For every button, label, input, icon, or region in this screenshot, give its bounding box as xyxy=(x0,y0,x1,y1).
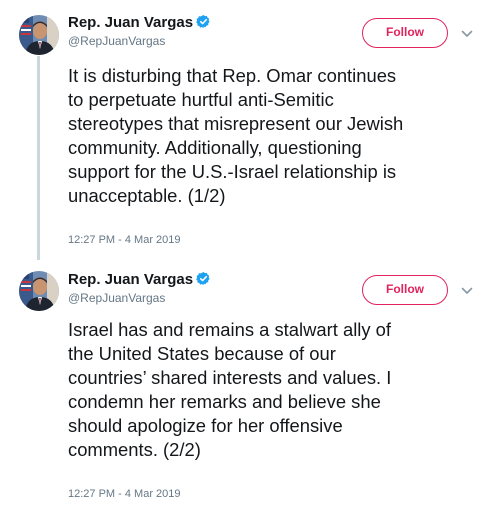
follow-button[interactable]: Follow xyxy=(362,18,448,48)
author-handle[interactable]: @RepJuanVargas xyxy=(68,34,165,48)
author-name[interactable]: Rep. Juan Vargas xyxy=(68,271,211,288)
tweet-timestamp[interactable]: 12:27 PM - 4 Mar 2019 xyxy=(68,234,181,246)
avatar[interactable] xyxy=(19,15,59,55)
verified-badge-icon xyxy=(196,14,210,29)
avatar[interactable] xyxy=(19,271,59,311)
follow-button[interactable]: Follow xyxy=(362,275,448,305)
author-handle[interactable]: @RepJuanVargas xyxy=(68,291,165,305)
profile-photo-icon xyxy=(19,271,59,311)
author-name[interactable]: Rep. Juan Vargas xyxy=(68,14,211,31)
tweet-text: Israel has and remains a stalwart ally o… xyxy=(68,319,392,460)
display-name[interactable]: Rep. Juan Vargas xyxy=(68,271,193,288)
verified-badge-icon xyxy=(196,271,210,286)
tweet: Rep. Juan Vargas @RepJuanVargas Follow I… xyxy=(0,0,500,262)
tweet-timestamp[interactable]: 12:27 PM - 4 Mar 2019 xyxy=(68,488,181,500)
tweet-text: It is disturbing that Rep. Omar continue… xyxy=(68,65,404,206)
chevron-down-icon[interactable] xyxy=(461,287,473,295)
tweet: Rep. Juan Vargas @RepJuanVargas Follow I… xyxy=(0,262,500,506)
display-name[interactable]: Rep. Juan Vargas xyxy=(68,14,193,31)
chevron-down-icon[interactable] xyxy=(461,30,473,38)
profile-photo-icon xyxy=(19,15,59,55)
